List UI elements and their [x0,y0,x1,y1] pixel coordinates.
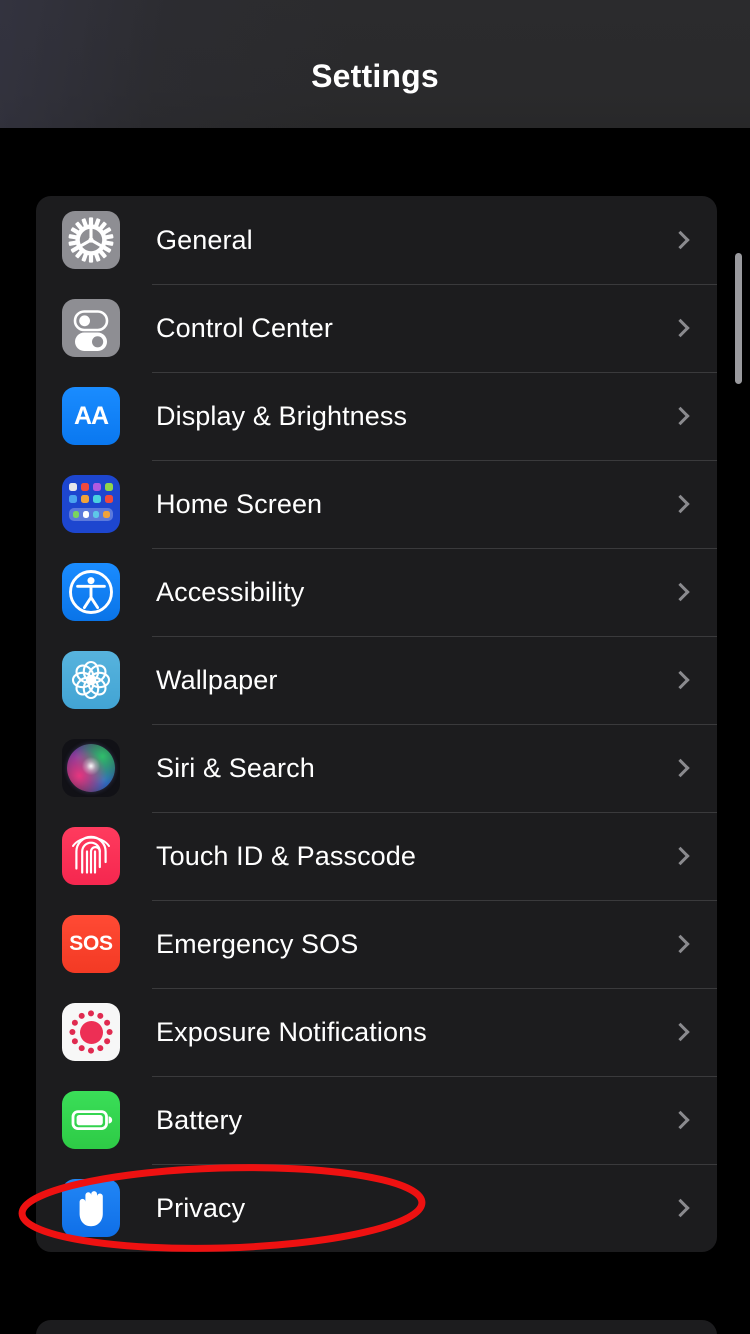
exposure-core [79,1020,103,1044]
exposure-dot [69,1028,76,1036]
chevron-right-icon [671,846,690,866]
settings-row-emergency-sos[interactable]: SOS Emergency SOS [36,900,717,988]
settings-row-label: General [156,224,253,255]
settings-row-label: Home Screen [156,488,323,519]
exposure-dot [87,1047,95,1054]
settings-row-label: Touch ID & Passcode [156,840,417,871]
chevron-right-icon [671,1110,690,1130]
settings-row-label: Control Center [156,312,333,343]
app-tile [105,495,113,503]
raised-hand-icon [62,1179,120,1237]
page-title: Settings [311,57,439,94]
exposure-dot [87,1010,95,1017]
app-tile [69,495,77,503]
app-tile [93,495,101,503]
app-tile [82,511,90,518]
app-tile [69,483,77,491]
app-tile [93,483,101,491]
settings-row-label: Emergency SOS [156,928,359,959]
chevron-right-icon [671,1198,690,1218]
exposure-dots-icon [62,1003,120,1061]
chevron-right-icon [671,406,690,426]
exposure-dot [71,1019,79,1026]
app-tile [92,511,100,518]
fingerprint-icon [62,827,120,885]
siri-orb-icon [62,739,120,797]
settings-row-label: Accessibility [156,576,305,607]
app-tile [81,483,89,491]
settings-row-general[interactable]: General [36,196,717,284]
settings-row-siri-search[interactable]: Siri & Search [36,724,717,812]
app-tile [102,511,110,518]
chevron-right-icon [671,318,690,338]
next-settings-group[interactable] [36,1320,717,1334]
chevron-right-icon [671,758,690,778]
exposure-dot [103,1038,111,1045]
siri-orb [67,744,115,792]
exposure-dot [97,1044,104,1052]
settings-row-label: Wallpaper [156,664,278,695]
chevron-right-icon [671,230,690,250]
app-grid [62,475,120,533]
settings-row-privacy[interactable]: Privacy [36,1164,717,1252]
settings-row-label: Battery [156,1104,243,1135]
settings-list: General Control Center AA Display & Brightn… [36,196,717,1252]
app-tile [81,495,89,503]
settings-row-wallpaper[interactable]: Wallpaper [36,636,717,724]
settings-row-control-center[interactable]: Control Center [36,284,717,372]
chevron-right-icon [671,1022,690,1042]
toggles-icon [62,299,120,357]
navigation-bar: Settings [0,0,750,128]
settings-screen: Settings General Control Center AA Display … [0,0,750,1334]
sos-icon: SOS [62,915,120,973]
settings-row-accessibility[interactable]: Accessibility [36,548,717,636]
vertical-scrollbar[interactable] [735,253,742,384]
exposure-dot [78,1012,85,1020]
settings-row-label: Siri & Search [156,752,315,783]
app-tile [105,483,113,491]
accessibility-person-icon [62,563,120,621]
flower-rosette-icon [62,651,120,709]
exposure-dot [97,1012,104,1020]
battery-icon [62,1091,120,1149]
settings-row-label: Display & Brightness [156,400,408,431]
settings-row-touch-id-passcode[interactable]: Touch ID & Passcode [36,812,717,900]
app-tile [72,511,80,518]
chevron-right-icon [671,582,690,602]
chevron-right-icon [671,934,690,954]
settings-row-battery[interactable]: Battery [36,1076,717,1164]
dock-row [69,508,113,521]
settings-row-display-brightness[interactable]: AA Display & Brightness [36,372,717,460]
gear-icon [62,211,120,269]
exposure-pattern [62,1003,120,1061]
sos-label: SOS [69,932,113,955]
chevron-right-icon [671,670,690,690]
settings-row-home-screen[interactable]: Home Screen [36,460,717,548]
aa-label: AA [73,401,109,430]
exposure-dot [71,1038,79,1045]
settings-row-exposure-notifications[interactable]: Exposure Notifications [36,988,717,1076]
settings-row-label: Privacy [156,1192,246,1223]
settings-row-label: Exposure Notifications [156,1016,427,1047]
app-grid-icon [62,475,120,533]
chevron-right-icon [671,494,690,514]
exposure-dot [78,1044,85,1052]
text-size-aa-icon: AA [62,387,120,445]
exposure-dot [106,1028,113,1036]
exposure-dot [103,1019,111,1026]
